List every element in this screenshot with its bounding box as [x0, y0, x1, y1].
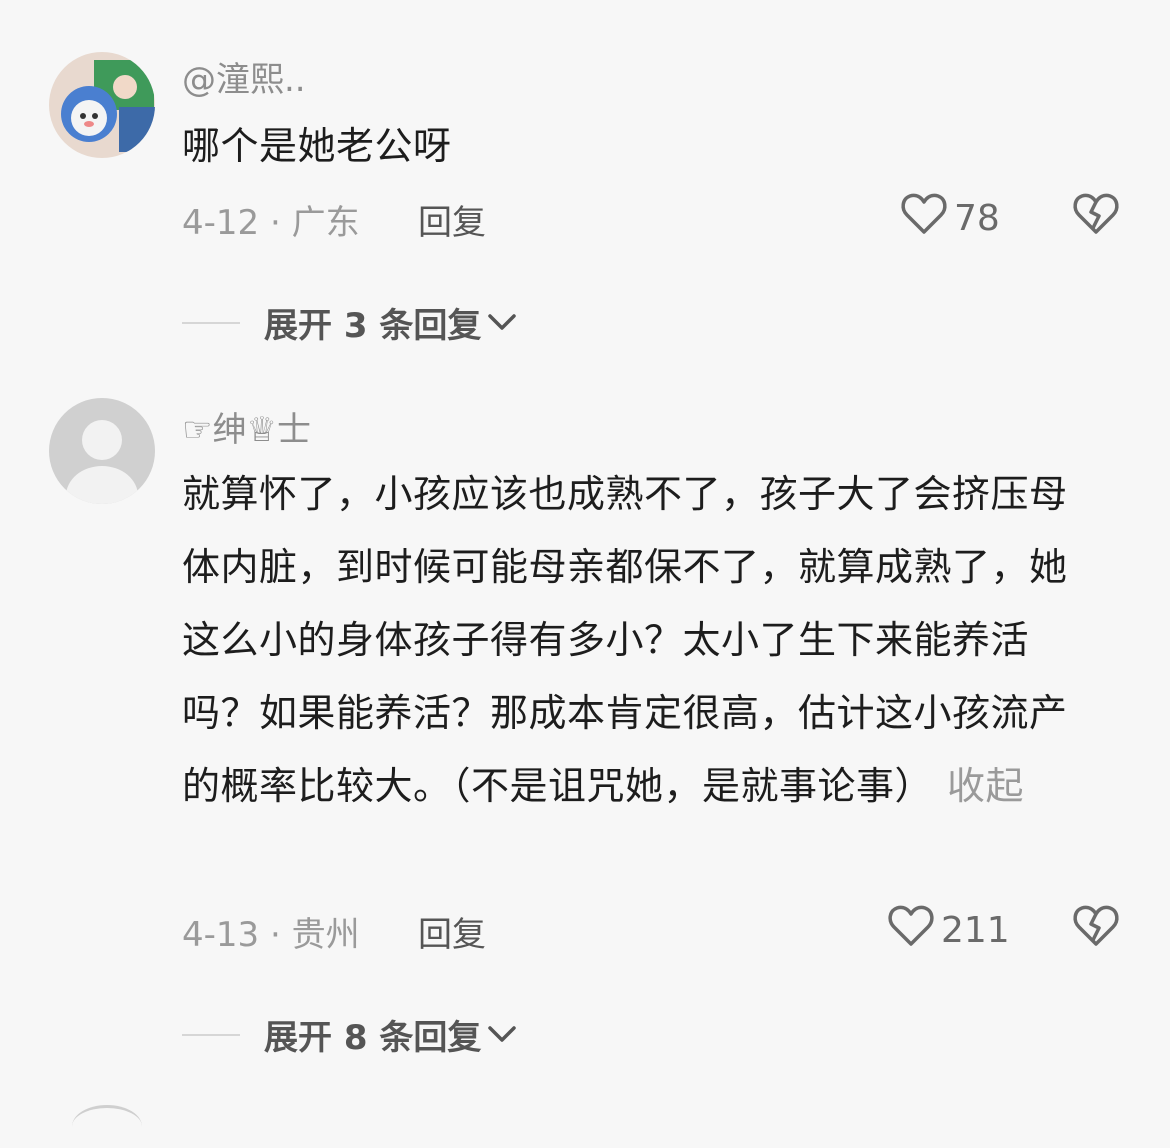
expand-replies-button[interactable]: 展开 8 条回复 [182, 1010, 519, 1059]
heart-outline-icon [887, 904, 941, 957]
avatar[interactable] [49, 398, 155, 504]
comment-text-content: 就算怀了，小孩应该也成熟不了，孩子大了会挤压母体内脏，到时候可能母亲都保不了，就… [182, 472, 1068, 808]
like-count: 211 [941, 910, 1010, 951]
broken-heart-icon [1072, 905, 1120, 952]
comment-item: ☞绅♕士 就算怀了，小孩应该也成熟不了，孩子大了会挤压母体内脏，到时候可能母亲都… [0, 0, 1170, 1080]
expand-replies-label: 展开 8 条回复 [264, 1018, 482, 1058]
collapse-button[interactable]: 收起 [947, 764, 1024, 808]
next-comment-avatar[interactable] [72, 1105, 142, 1148]
dislike-button[interactable] [1072, 904, 1120, 952]
username[interactable]: ☞绅♕士 [182, 402, 311, 451]
reply-button[interactable]: 回复 [418, 907, 486, 956]
comment-text: 就算怀了，小孩应该也成熟不了，孩子大了会挤压母体内脏，到时候可能母亲都保不了，就… [182, 458, 1087, 823]
like-button[interactable]: 211 [887, 904, 1010, 957]
chevron-down-icon [481, 1015, 519, 1055]
divider-line [182, 1033, 240, 1036]
comment-date-location: 4-13 · 贵州 [182, 915, 360, 955]
